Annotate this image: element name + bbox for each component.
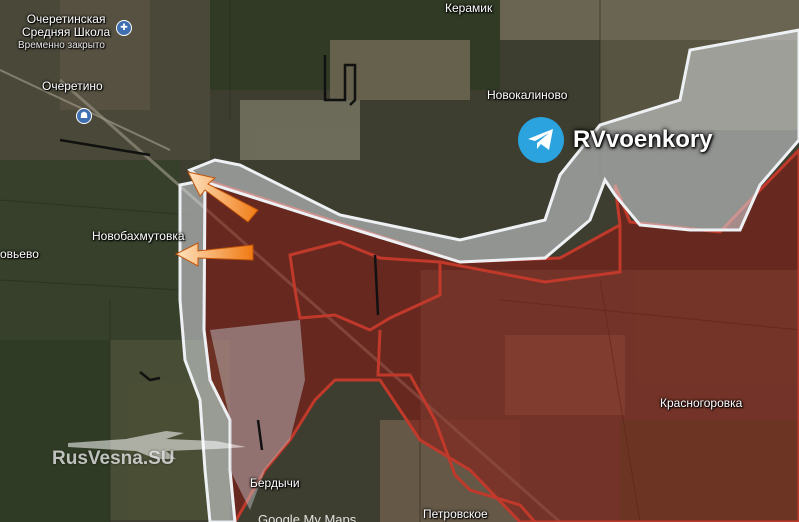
channel-brand[interactable]: RVvoenkory (518, 116, 713, 164)
map-canvas[interactable]: ✚ ☗ Очеретинская Средняя Школа Временно … (0, 0, 799, 522)
channel-name: RVvoenkory (573, 126, 713, 153)
map-attribution: Google My Maps (258, 512, 357, 522)
school-icon[interactable]: ✚ (116, 20, 132, 36)
arrow-north (187, 171, 259, 223)
label-ocheretinskaya-school: Очеретинская Средняя Школа (22, 12, 111, 39)
label-ocheretino: Очеретино (42, 79, 103, 93)
label-keramik: Керамик (445, 1, 493, 15)
watermark: RusVesna.SU (52, 448, 175, 469)
label-petrovskoe: Петровское (423, 507, 488, 521)
label-solovyevo: овьево (0, 247, 39, 261)
telegram-icon (518, 117, 564, 163)
police-icon[interactable]: ☗ (76, 108, 92, 124)
label-novobakhmutovka: Новобахмутовка (92, 229, 185, 243)
label-berdychi: Бердычи (250, 476, 300, 490)
label-krasnogorovka: Красногоровка (660, 396, 743, 410)
label-school-status: Временно закрыто (18, 40, 105, 51)
arrow-west (174, 242, 254, 267)
label-novokalinovo: Новокалиново (487, 88, 568, 102)
